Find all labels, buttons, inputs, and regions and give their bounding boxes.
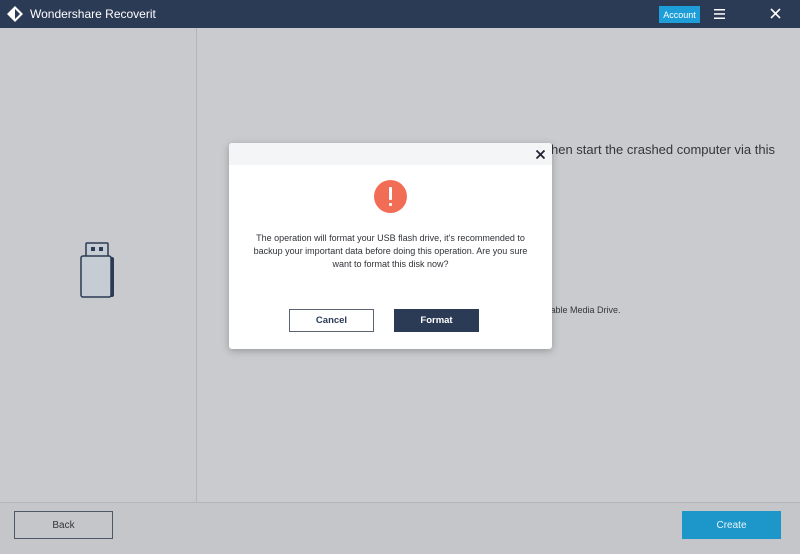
recoverit-logo-icon bbox=[7, 6, 23, 22]
hamburger-menu-icon[interactable] bbox=[714, 9, 725, 19]
window-close-icon[interactable] bbox=[770, 8, 781, 19]
create-button[interactable]: Create bbox=[682, 511, 781, 539]
dialog-header bbox=[229, 143, 552, 165]
app-title: Wondershare Recoverit bbox=[30, 7, 156, 21]
cancel-button[interactable]: Cancel bbox=[289, 309, 374, 332]
media-type-text: table Media Drive. bbox=[548, 305, 621, 315]
footer-bar bbox=[0, 502, 800, 554]
dialog-close-icon[interactable] bbox=[536, 150, 545, 159]
exclamation-circle-icon bbox=[374, 180, 407, 213]
format-confirm-dialog: The operation will format your USB flash… bbox=[229, 143, 552, 349]
format-button[interactable]: Format bbox=[394, 309, 479, 332]
instruction-text: hen start the crashed computer via this bbox=[551, 142, 776, 157]
account-button[interactable]: Account bbox=[659, 6, 700, 23]
title-bar: Wondershare Recoverit Account bbox=[0, 0, 800, 28]
usb-drive-icon bbox=[80, 242, 114, 298]
back-button[interactable]: Back bbox=[14, 511, 113, 539]
dialog-message: The operation will format your USB flash… bbox=[253, 233, 528, 269]
